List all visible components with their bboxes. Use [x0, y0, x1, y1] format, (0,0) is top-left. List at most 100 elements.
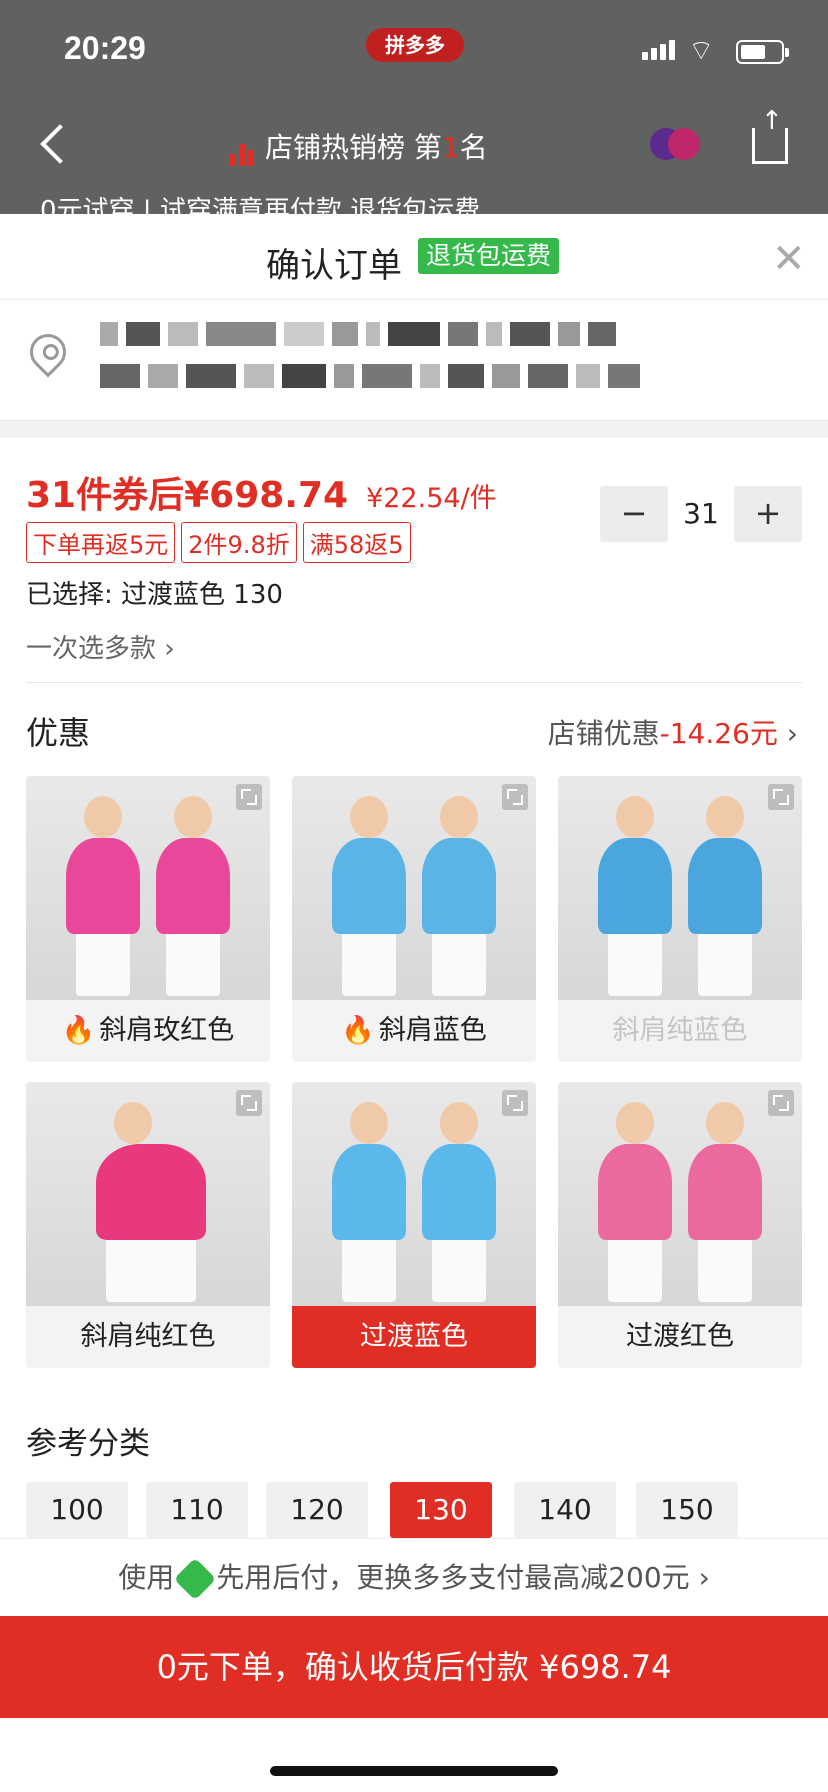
chevron-right-icon: › — [164, 634, 175, 664]
variant-image — [292, 776, 536, 1000]
place-order-button[interactable]: 0元下单，确认收货后付款 ¥698.74 — [0, 1616, 828, 1718]
rank-chart-icon — [230, 133, 257, 166]
promo-tags: 下单再返5元 2件9.8折 满58返5 — [26, 522, 417, 563]
variant-label-text: 斜肩纯红色 — [80, 1321, 216, 1352]
chevron-right-icon: › — [786, 717, 798, 750]
variant-label: 🔥 斜肩蓝色 — [292, 1000, 536, 1062]
costume-figure — [598, 838, 672, 934]
figure-legs — [432, 932, 486, 996]
figure-head — [616, 796, 654, 838]
address-line-2 — [100, 364, 648, 390]
variant-label-text: 斜肩蓝色 — [378, 1015, 487, 1046]
costume-figure — [688, 1144, 762, 1240]
variant-label-text: 过渡蓝色 — [360, 1321, 468, 1352]
variant-label-text: 过渡红色 — [626, 1321, 734, 1352]
size-option[interactable]: 120 — [266, 1482, 368, 1538]
size-option[interactable]: 100 — [26, 1482, 128, 1538]
figure-head — [174, 796, 212, 838]
fire-icon: 🔥 — [341, 1015, 375, 1046]
signal-icon — [642, 40, 678, 60]
quantity-value[interactable]: 31 — [668, 486, 734, 542]
figure-legs — [698, 932, 752, 996]
variant-label: 过渡红色 — [558, 1306, 802, 1368]
reference-label: 参考分类 — [26, 1426, 150, 1462]
payment-promo-bar[interactable]: 使用 先用后付，更换多多支付最高减200元 › — [0, 1538, 828, 1616]
quantity-stepper: − 31 + — [600, 486, 802, 542]
variant-label: 斜肩纯红色 — [26, 1306, 270, 1368]
address-row[interactable] — [0, 300, 828, 420]
variant-card[interactable]: 🔥 斜肩玫红色 — [26, 776, 270, 1062]
increase-button[interactable]: + — [734, 486, 802, 542]
costume-figure — [156, 838, 230, 934]
decrease-button[interactable]: − — [600, 486, 668, 542]
expand-icon[interactable] — [502, 784, 528, 810]
coupon-price: 31件券后¥698.74 — [26, 475, 349, 516]
wifi-icon: ⌔ — [688, 34, 715, 67]
battery-icon — [736, 40, 789, 64]
discount-label: 优惠 — [26, 714, 91, 752]
variant-label: 🔥 斜肩玫红色 — [26, 1000, 270, 1062]
order-sheet: 确认订单 退货包运费 ✕ 31件券后¥698.74 ¥22.54/件 下单再返5元… — [0, 214, 828, 1792]
expand-icon[interactable] — [768, 784, 794, 810]
variant-card[interactable]: 过渡蓝色 — [292, 1082, 536, 1368]
figure-head — [114, 1102, 152, 1144]
app-name-pill: 拼多多 — [366, 28, 464, 62]
share-icon[interactable] — [752, 106, 788, 164]
figure-head — [440, 796, 478, 838]
costume-figure — [598, 1144, 672, 1240]
promo-tag: 2件9.8折 — [181, 522, 297, 563]
sheet-header: 确认订单 退货包运费 ✕ — [0, 214, 828, 300]
figure-legs — [342, 1238, 396, 1302]
multi-select-link[interactable]: 一次选多款 › — [26, 628, 175, 665]
expand-icon[interactable] — [502, 1090, 528, 1116]
figure-legs — [608, 1238, 662, 1302]
figure-head — [706, 796, 744, 838]
variant-card[interactable]: 斜肩纯红色 — [26, 1082, 270, 1368]
figure-legs — [432, 1238, 486, 1302]
figure-head — [616, 1102, 654, 1144]
figure-head — [84, 796, 122, 838]
costume-figure — [66, 838, 140, 934]
home-indicator — [270, 1766, 558, 1776]
variant-image — [26, 1082, 270, 1306]
costume-figure — [688, 838, 762, 934]
figure-legs — [608, 932, 662, 996]
close-icon[interactable]: ✕ — [772, 236, 806, 282]
expand-icon[interactable] — [236, 1090, 262, 1116]
location-pin-icon — [22, 326, 74, 378]
variant-image — [26, 776, 270, 1000]
costume-figure — [422, 838, 496, 934]
variant-card[interactable]: 过渡红色 — [558, 1082, 802, 1368]
status-time: 20:29 — [64, 30, 146, 66]
figure-legs — [76, 932, 130, 996]
status-bar: 20:29 拼多多 ⌔ — [0, 0, 828, 100]
size-option[interactable]: 140 — [514, 1482, 616, 1538]
size-option[interactable]: 110 — [146, 1482, 248, 1538]
unit-price: ¥22.54/件 — [366, 483, 497, 514]
expand-icon[interactable] — [236, 784, 262, 810]
return-badge: 退货包运费 — [418, 238, 560, 274]
store-discount[interactable]: 店铺优惠-14.26元 › — [548, 712, 798, 752]
variant-image — [292, 1082, 536, 1306]
costume-figure — [332, 1144, 406, 1240]
promo-tag: 满58返5 — [302, 522, 411, 563]
costume-figure — [422, 1144, 496, 1240]
variant-card[interactable]: 🔥 斜肩蓝色 — [292, 776, 536, 1062]
variant-label: 斜肩纯蓝色 — [558, 1000, 802, 1062]
variant-image — [558, 1082, 802, 1306]
figure-legs — [106, 1238, 196, 1302]
pay-later-icon — [174, 1557, 217, 1601]
size-option[interactable]: 150 — [636, 1482, 738, 1538]
fire-icon: 🔥 — [61, 1015, 96, 1046]
figure-legs — [698, 1238, 752, 1302]
size-option-selected[interactable]: 130 — [390, 1482, 492, 1538]
price-row: 31件券后¥698.74 ¥22.54/件 — [26, 466, 497, 518]
promo-tag: 下单再返5元 — [26, 522, 176, 563]
figure-head — [440, 1102, 478, 1144]
variant-card[interactable]: 斜肩纯蓝色 — [558, 776, 802, 1062]
section-divider — [0, 420, 828, 438]
selected-variant-text: 已选择: 过渡蓝色 130 — [26, 580, 283, 610]
avatar-icon[interactable] — [650, 128, 700, 164]
expand-icon[interactable] — [768, 1090, 794, 1116]
costume-figure — [96, 1144, 206, 1240]
